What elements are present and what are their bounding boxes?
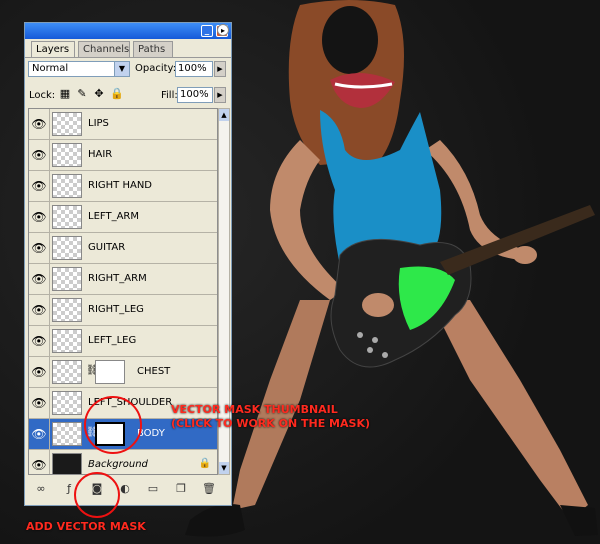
layer-thumbnail[interactable] <box>52 329 82 353</box>
layer-thumbnail[interactable] <box>52 174 82 198</box>
layer-thumbnail[interactable] <box>52 143 82 167</box>
lock-icon: 🔒 <box>198 458 211 469</box>
panel-tabs: Layers Channels Paths <box>29 41 229 57</box>
chevron-down-icon[interactable]: ▼ <box>114 62 129 76</box>
layer-thumbnail[interactable] <box>52 205 82 229</box>
face-cutout <box>322 6 378 74</box>
blend-mode-select[interactable]: Normal ▼ <box>28 61 130 77</box>
folder-icon[interactable]: ▭ <box>144 481 162 497</box>
trash-icon[interactable]: 🗑 <box>200 481 218 497</box>
vector-mask-annotation-line1: VECTOR MASK THUMBNAIL <box>171 403 338 416</box>
lock-all-icon[interactable]: 🔒 <box>110 88 124 100</box>
panel-titlebar[interactable]: _ ✕ <box>25 23 231 39</box>
left-hand <box>513 246 537 264</box>
scroll-down-icon[interactable]: ▼ <box>219 462 229 474</box>
eye-icon[interactable]: 👁 <box>31 147 47 163</box>
eye-icon[interactable]: 👁 <box>31 426 47 442</box>
tab-divider <box>25 57 231 58</box>
blend-mode-value: Normal <box>32 63 69 74</box>
layer-row-left-arm[interactable]: 👁 LEFT_ARM <box>29 202 217 233</box>
layer-name: GUITAR <box>88 242 126 253</box>
eye-icon[interactable]: 👁 <box>31 116 47 132</box>
layer-row-left-leg[interactable]: 👁 LEFT_LEG <box>29 326 217 357</box>
right-hand <box>362 293 394 317</box>
eye-icon[interactable]: 👁 <box>31 271 47 287</box>
layer-name: LIPS <box>88 118 109 129</box>
lock-label: Lock: <box>29 90 56 101</box>
fill-input[interactable]: 100% <box>177 87 213 103</box>
minimize-icon[interactable]: _ <box>201 25 213 37</box>
eye-icon[interactable]: 👁 <box>31 240 47 256</box>
layer-name: Background <box>88 459 148 470</box>
tab-channels[interactable]: Channels <box>78 41 130 57</box>
fill-slider-icon[interactable]: ▶ <box>214 87 226 103</box>
add-mask-highlight <box>74 472 120 518</box>
eye-icon[interactable]: 👁 <box>31 302 47 318</box>
guitar-neck <box>440 205 595 275</box>
vector-mask-thumbnail[interactable] <box>95 360 125 384</box>
layer-row-right-arm[interactable]: 👁 RIGHT_ARM <box>29 264 217 295</box>
layer-thumbnail[interactable] <box>52 236 82 260</box>
add-vector-mask-annotation: ADD VECTOR MASK <box>26 520 146 533</box>
layer-name: RIGHT_LEG <box>88 304 144 315</box>
eye-icon[interactable]: 👁 <box>31 395 47 411</box>
layer-thumbnail[interactable] <box>52 112 82 136</box>
layer-row-right-leg[interactable]: 👁 RIGHT_LEG <box>29 295 217 326</box>
layer-row-background[interactable]: 👁 Background 🔒 <box>29 450 217 474</box>
layer-name: HAIR <box>88 149 113 160</box>
new-layer-icon[interactable]: ❐ <box>172 481 190 497</box>
tab-paths[interactable]: Paths <box>133 41 173 57</box>
eye-icon[interactable]: 👁 <box>31 457 47 473</box>
vector-mask-annotation: VECTOR MASK THUMBNAIL (CLICK TO WORK ON … <box>171 403 370 431</box>
right-shoe <box>560 505 598 536</box>
layer-name: CHEST <box>137 366 171 377</box>
layer-name: LEFT_ARM <box>88 211 139 222</box>
panel-menu-icon[interactable]: ▸ <box>217 24 229 36</box>
layer-thumbnail[interactable] <box>52 360 82 384</box>
link-icon[interactable]: ∞ <box>32 481 50 497</box>
layer-name: RIGHT_ARM <box>88 273 147 284</box>
eye-icon[interactable]: 👁 <box>31 178 47 194</box>
opacity-slider-icon[interactable]: ▶ <box>214 61 226 77</box>
layer-thumbnail[interactable] <box>52 391 82 415</box>
lock-transparency-icon[interactable]: ▦ <box>59 88 71 100</box>
eye-icon[interactable]: 👁 <box>31 333 47 349</box>
layer-row-chest[interactable]: 👁 ⛓ CHEST <box>29 357 217 388</box>
layer-thumbnail[interactable] <box>52 453 82 474</box>
fill-label: Fill: <box>161 90 178 101</box>
scroll-up-icon[interactable]: ▲ <box>219 109 229 121</box>
lock-pixels-icon[interactable]: ✎ <box>76 88 88 100</box>
layer-thumbnail[interactable] <box>52 267 82 291</box>
opacity-label: Opacity: <box>135 63 177 74</box>
layer-thumbnail[interactable] <box>52 422 82 446</box>
mask-thumbnail-highlight <box>84 396 142 454</box>
opacity-input[interactable]: 100% <box>175 61 213 77</box>
layer-row-guitar[interactable]: 👁 GUITAR <box>29 233 217 264</box>
eye-icon[interactable]: 👁 <box>31 364 47 380</box>
right-leg <box>430 300 588 520</box>
layer-row-lips[interactable]: 👁 LIPS <box>29 109 217 140</box>
eye-icon[interactable]: 👁 <box>31 209 47 225</box>
left-shoe <box>185 504 245 537</box>
layer-thumbnail[interactable] <box>52 298 82 322</box>
vector-mask-annotation-line2: (CLICK TO WORK ON THE MASK) <box>171 417 370 430</box>
layer-row-right-hand[interactable]: 👁 RIGHT HAND <box>29 171 217 202</box>
layers-bottom-toolbar: ∞ ƒ ◙ ◐ ▭ ❐ 🗑 <box>28 481 228 499</box>
layer-row-hair[interactable]: 👁 HAIR <box>29 140 217 171</box>
layer-name: LEFT_LEG <box>88 335 137 346</box>
lock-position-icon[interactable]: ✥ <box>93 88 105 100</box>
layer-name: RIGHT HAND <box>88 180 152 191</box>
tab-layers[interactable]: Layers <box>31 41 75 57</box>
